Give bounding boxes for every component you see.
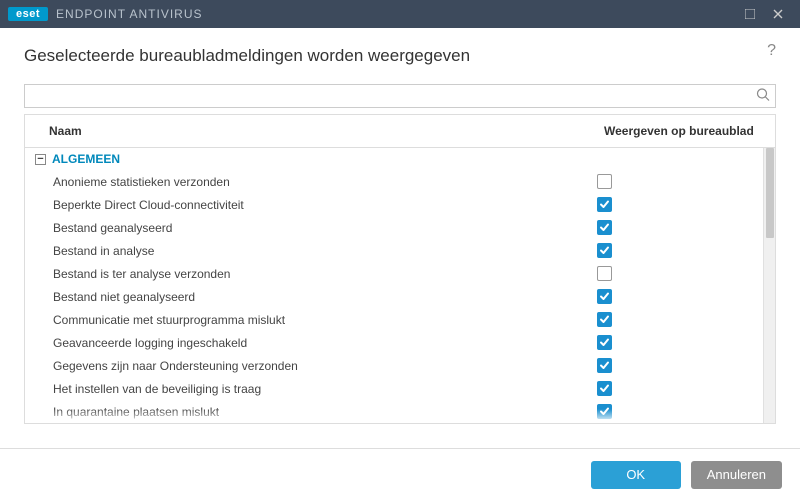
scrollbar[interactable] [763, 148, 775, 423]
row-name: Geavanceerde logging ingeschakeld [53, 336, 597, 350]
row-name: Bestand geanalyseerd [53, 221, 597, 235]
table-row[interactable]: Bestand in analyse [25, 239, 775, 262]
show-on-desktop-checkbox[interactable] [597, 335, 612, 350]
minimize-icon [745, 9, 755, 19]
table-row[interactable]: In quarantaine plaatsen mislukt [25, 400, 775, 423]
table-row[interactable]: Geavanceerde logging ingeschakeld [25, 331, 775, 354]
group-row[interactable]: −ALGEMEEN [25, 148, 775, 170]
show-on-desktop-checkbox[interactable] [597, 174, 612, 189]
table-row[interactable]: Bestand geanalyseerd [25, 216, 775, 239]
row-name: Bestand niet geanalyseerd [53, 290, 597, 304]
collapse-icon[interactable]: − [35, 154, 46, 165]
close-icon [773, 9, 783, 19]
help-button[interactable]: ? [767, 42, 776, 60]
table-row[interactable]: Bestand is ter analyse verzonden [25, 262, 775, 285]
show-on-desktop-checkbox[interactable] [597, 312, 612, 327]
show-on-desktop-checkbox[interactable] [597, 358, 612, 373]
row-name: In quarantaine plaatsen mislukt [53, 405, 597, 419]
cancel-button[interactable]: Annuleren [691, 461, 782, 489]
table-row[interactable]: Beperkte Direct Cloud-connectiviteit [25, 193, 775, 216]
dialog-footer: OK Annuleren [0, 448, 800, 500]
product-name: ENDPOINT ANTIVIRUS [56, 7, 202, 21]
table-row[interactable]: Gegevens zijn naar Ondersteuning verzond… [25, 354, 775, 377]
search-icon [756, 88, 770, 105]
show-on-desktop-checkbox[interactable] [597, 197, 612, 212]
show-on-desktop-checkbox[interactable] [597, 289, 612, 304]
titlebar: eset ENDPOINT ANTIVIRUS [0, 0, 800, 28]
table-row[interactable]: Anonieme statistieken verzonden [25, 170, 775, 193]
minimize-button[interactable] [736, 0, 764, 28]
row-name: Beperkte Direct Cloud-connectiviteit [53, 198, 597, 212]
row-name: Bestand is ter analyse verzonden [53, 267, 597, 281]
brand-logo: eset [8, 7, 48, 21]
table-header: Naam Weergeven op bureaublad [25, 115, 775, 148]
row-name: Anonieme statistieken verzonden [53, 175, 597, 189]
show-on-desktop-checkbox[interactable] [597, 243, 612, 258]
scrollbar-thumb[interactable] [766, 148, 774, 238]
show-on-desktop-checkbox[interactable] [597, 404, 612, 419]
show-on-desktop-checkbox[interactable] [597, 381, 612, 396]
close-button[interactable] [764, 0, 792, 28]
table-body: −ALGEMEEN Anonieme statistieken verzonden… [25, 148, 775, 423]
row-name: Het instellen van de beveiliging is traa… [53, 382, 597, 396]
search-input[interactable] [24, 84, 776, 108]
show-on-desktop-checkbox[interactable] [597, 266, 612, 281]
table-row[interactable]: Bestand niet geanalyseerd [25, 285, 775, 308]
show-on-desktop-checkbox[interactable] [597, 220, 612, 235]
row-name: Communicatie met stuurprogramma mislukt [53, 313, 597, 327]
row-name: Bestand in analyse [53, 244, 597, 258]
table-row[interactable]: Het instellen van de beveiliging is traa… [25, 377, 775, 400]
notifications-table: Naam Weergeven op bureaublad −ALGEMEEN An… [24, 114, 776, 424]
table-row[interactable]: Communicatie met stuurprogramma mislukt [25, 308, 775, 331]
group-label: ALGEMEEN [52, 152, 120, 166]
column-header-name[interactable]: Naam [35, 115, 590, 147]
column-header-show[interactable]: Weergeven op bureaublad [590, 115, 775, 147]
row-name: Gegevens zijn naar Ondersteuning verzond… [53, 359, 597, 373]
page-title: Geselecteerde bureaubladmeldingen worden… [24, 46, 776, 66]
ok-button[interactable]: OK [591, 461, 681, 489]
